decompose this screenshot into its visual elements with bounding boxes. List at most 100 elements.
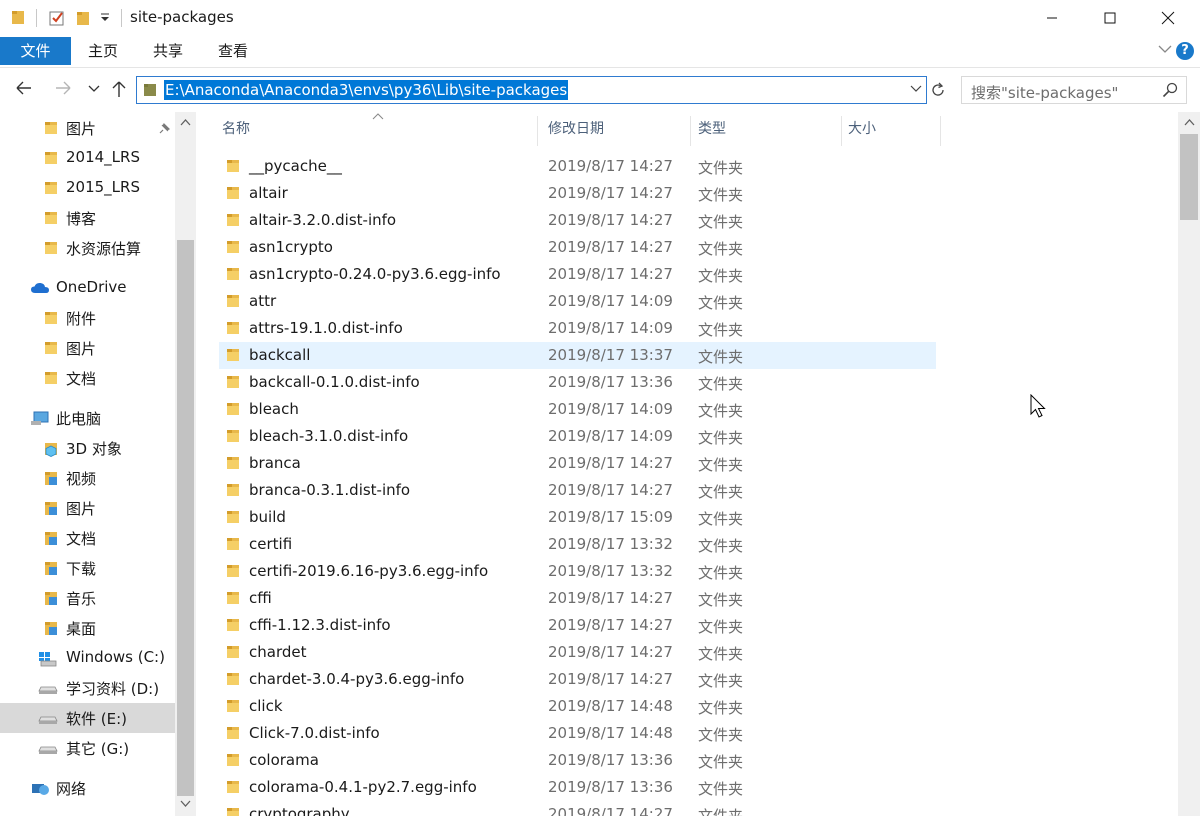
help-icon[interactable]: ? [1176, 42, 1194, 60]
minimize-button[interactable] [1029, 0, 1075, 36]
refresh-icon[interactable] [930, 82, 946, 98]
nav-item[interactable]: 水资源估算 [0, 233, 175, 263]
tab-home[interactable]: 主页 [76, 36, 130, 67]
table-row[interactable]: altair-3.2.0.dist-info 2019/8/17 14:27 文件夹 [219, 207, 936, 234]
folder-icon [227, 808, 239, 816]
properties-check-icon[interactable] [48, 9, 66, 27]
nav-item[interactable]: 视频 [0, 463, 175, 493]
table-row[interactable]: bleach 2019/8/17 14:09 文件夹 [219, 396, 936, 423]
folder-icon [226, 564, 240, 582]
table-row[interactable]: branca-0.3.1.dist-info 2019/8/17 14:27 文件夹 [219, 477, 936, 504]
table-row[interactable]: altair 2019/8/17 14:27 文件夹 [219, 180, 936, 207]
file-name: certifi-2019.6.16-py3.6.egg-info [249, 562, 489, 580]
back-arrow-icon[interactable] [15, 80, 33, 96]
nav-item[interactable]: 网络 [0, 773, 175, 803]
column-divider[interactable] [690, 116, 691, 146]
tab-share[interactable]: 共享 [141, 36, 195, 67]
nav-item[interactable]: 其它 (G:) [0, 733, 175, 763]
table-row[interactable]: bleach-3.1.0.dist-info 2019/8/17 14:09 文件夹 [219, 423, 936, 450]
nav-item[interactable]: 博客 [0, 203, 175, 233]
table-row[interactable]: asn1crypto 2019/8/17 14:27 文件夹 [219, 234, 936, 261]
nav-item[interactable]: 下载 [0, 553, 175, 583]
table-row[interactable]: __pycache__ 2019/8/17 14:27 文件夹 [219, 153, 936, 180]
folder-icon [226, 348, 240, 366]
file-list-scroll-thumb[interactable] [1180, 134, 1198, 220]
nav-item[interactable]: OneDrive [0, 273, 175, 303]
column-divider[interactable] [537, 116, 538, 146]
folder-icon[interactable] [11, 9, 25, 25]
nav-item[interactable]: 2015_LRS [0, 173, 175, 203]
table-row[interactable]: branca 2019/8/17 14:27 文件夹 [219, 450, 936, 477]
table-row[interactable]: cffi-1.12.3.dist-info 2019/8/17 14:27 文件夹 [219, 612, 936, 639]
search-box[interactable]: 搜索"site-packages" [961, 76, 1187, 104]
scroll-down-icon[interactable] [180, 800, 191, 808]
nav-item-icon [44, 591, 60, 611]
column-divider[interactable] [940, 116, 941, 146]
recent-locations-chevron-icon[interactable] [88, 85, 100, 93]
table-row[interactable]: build 2019/8/17 15:09 文件夹 [219, 504, 936, 531]
address-dropdown-chevron-icon[interactable] [910, 83, 922, 95]
nav-item[interactable]: 图片 [0, 333, 175, 363]
table-row[interactable]: backcall-0.1.0.dist-info 2019/8/17 13:36 文… [219, 369, 936, 396]
column-header-size[interactable]: 大小 [848, 112, 876, 146]
column-header-name[interactable]: 名称 [222, 112, 250, 146]
file-date: 2019/8/17 13:32 [548, 562, 673, 580]
tab-view[interactable]: 查看 [206, 36, 260, 67]
address-path[interactable]: E:\Anaconda\Anaconda3\envs\py36\Lib\site… [164, 80, 569, 100]
folder-icon [226, 618, 240, 636]
nav-item[interactable]: 图片 [0, 493, 175, 523]
table-row[interactable]: colorama 2019/8/17 13:36 文件夹 [219, 747, 936, 774]
tab-file[interactable]: 文件 [0, 37, 71, 65]
file-type: 文件夹 [698, 753, 744, 771]
scroll-up-icon[interactable] [1184, 118, 1195, 126]
folder-icon [226, 267, 240, 285]
column-header-type[interactable]: 类型 [698, 112, 726, 146]
close-button[interactable] [1145, 0, 1191, 36]
column-divider[interactable] [841, 116, 842, 146]
up-arrow-icon[interactable] [110, 80, 128, 98]
table-row[interactable]: asn1crypto-0.24.0-py3.6.egg-info 2019/8/1… [219, 261, 936, 288]
nav-item[interactable]: 音乐 [0, 583, 175, 613]
nav-item[interactable]: 附件 [0, 303, 175, 333]
address-bar[interactable]: E:\Anaconda\Anaconda3\envs\py36\Lib\site… [136, 76, 927, 104]
expand-ribbon-icon[interactable] [1158, 44, 1172, 54]
table-row[interactable]: cryptography 2019/8/17 14:27 文件夹 [219, 801, 936, 816]
table-row[interactable]: backcall 2019/8/17 13:37 文件夹 [219, 342, 936, 369]
table-row[interactable]: cffi 2019/8/17 14:27 文件夹 [219, 585, 936, 612]
nav-item[interactable]: 学习资料 (D:) [0, 673, 175, 703]
nav-item[interactable]: 桌面 [0, 613, 175, 643]
nav-item[interactable]: 此电脑 [0, 403, 175, 433]
table-row[interactable]: attrs-19.1.0.dist-info 2019/8/17 14:09 文件夹 [219, 315, 936, 342]
nav-item[interactable]: 3D 对象 [0, 433, 175, 463]
nav-item[interactable]: 2014_LRS [0, 143, 175, 173]
nav-item[interactable]: 软件 (E:) [0, 703, 175, 733]
new-folder-icon[interactable] [75, 9, 91, 27]
table-row[interactable]: chardet-3.0.4-py3.6.egg-info 2019/8/17 14… [219, 666, 936, 693]
nav-item-label: 此电脑 [56, 410, 102, 428]
file-name: bleach-3.1.0.dist-info [249, 427, 409, 445]
file-list-scrollbar[interactable] [1178, 112, 1200, 816]
maximize-button[interactable] [1087, 0, 1133, 36]
table-row[interactable]: certifi 2019/8/17 13:32 文件夹 [219, 531, 936, 558]
customize-quick-access-icon[interactable] [99, 13, 111, 23]
forward-arrow-icon[interactable] [54, 80, 72, 96]
nav-item[interactable]: Windows (C:) [0, 643, 175, 673]
nav-item[interactable]: 文档 [0, 523, 175, 553]
table-row[interactable]: certifi-2019.6.16-py3.6.egg-info 2019/8/1… [219, 558, 936, 585]
table-row[interactable]: attr 2019/8/17 14:09 文件夹 [219, 288, 936, 315]
pin-icon[interactable] [157, 122, 171, 136]
nav-item[interactable]: 文档 [0, 363, 175, 393]
table-row[interactable]: Click-7.0.dist-info 2019/8/17 14:48 文件夹 [219, 720, 936, 747]
nav-pane-scrollbar[interactable] [175, 112, 196, 816]
file-date: 2019/8/17 14:09 [548, 427, 673, 445]
column-header-date[interactable]: 修改日期 [548, 112, 604, 146]
nav-pane-scroll-thumb[interactable] [177, 240, 194, 796]
file-name: branca [249, 454, 301, 472]
table-row[interactable]: click 2019/8/17 14:48 文件夹 [219, 693, 936, 720]
folder-icon [226, 375, 240, 393]
table-row[interactable]: chardet 2019/8/17 14:27 文件夹 [219, 639, 936, 666]
scroll-up-icon[interactable] [180, 118, 191, 126]
search-icon[interactable] [1162, 82, 1178, 98]
table-row[interactable]: colorama-0.4.1-py2.7.egg-info 2019/8/17 1… [219, 774, 936, 801]
nav-item[interactable]: 图片 [0, 113, 175, 143]
